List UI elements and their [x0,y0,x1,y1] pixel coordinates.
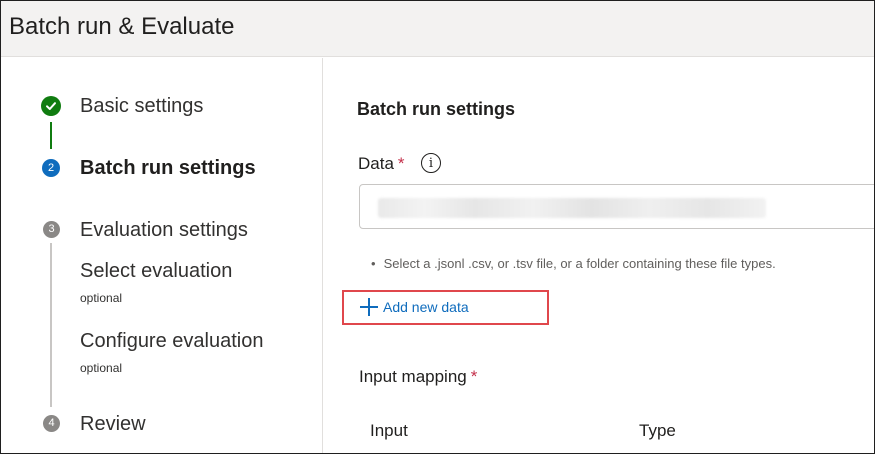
dialog-title: Batch run & Evaluate [9,13,235,40]
step-connector-pending [50,243,52,407]
panel-divider [322,58,323,453]
info-icon[interactable]: i [421,153,441,173]
required-asterisk: * [397,154,405,173]
redacted-data-value [378,198,766,218]
input-mapping-required-asterisk: * [470,367,478,386]
step-review[interactable]: Review [80,411,146,437]
step-number-3-icon: 3 [43,221,60,238]
data-label-text: Data [358,154,394,173]
substep-configure-evaluation[interactable]: Configure evaluation [80,328,263,354]
input-mapping-text: Input mapping [359,367,467,386]
column-header-input: Input [370,421,408,440]
substep-select-evaluation-optional: optional [80,291,123,305]
column-header-type: Type [639,421,676,440]
step-basic-settings[interactable]: Basic settings [80,93,203,119]
data-hint: • Select a .jsonl .csv, or .tsv file, or … [371,255,776,273]
plus-icon [360,298,378,316]
input-mapping-label: Input mapping * [359,366,477,388]
data-select-input[interactable] [359,184,874,229]
dialog-frame: Batch run & Evaluate Basic settings 2 Ba… [0,0,875,454]
data-field-label: Data * [358,153,405,175]
step-number-2-icon: 2 [42,159,60,177]
step-completed-checkmark-icon [41,96,61,116]
step-connector-completed [50,122,52,149]
substep-select-evaluation[interactable]: Select evaluation [80,258,232,284]
hint-text: Select a .jsonl .csv, or .tsv file, or a… [383,256,776,271]
section-title: Batch run settings [357,99,516,119]
step-batch-run-settings[interactable]: Batch run settings [80,155,256,181]
step-evaluation-settings[interactable]: Evaluation settings [80,217,248,243]
substep-configure-evaluation-optional: optional [80,361,123,375]
step-number-4-icon: 4 [43,415,60,432]
hint-bullet: • [371,256,376,271]
add-new-data-button[interactable]: Add new data [360,296,469,318]
dialog-header: Batch run & Evaluate [1,1,874,57]
add-new-data-label: Add new data [383,299,469,315]
